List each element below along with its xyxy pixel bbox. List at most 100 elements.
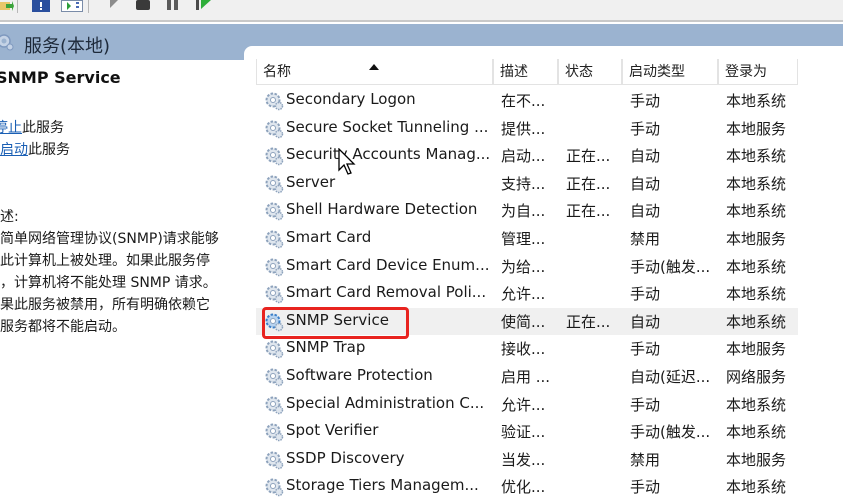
service-description: 允许... bbox=[501, 285, 546, 304]
service-logon-as: 本地服务 bbox=[726, 119, 787, 138]
service-startup-type: 手动 bbox=[630, 119, 661, 138]
service-row[interactable]: Smart Card Removal Poli... 允许... 手动 本地系统 bbox=[256, 280, 798, 308]
service-startup-type: 禁用 bbox=[630, 230, 661, 248]
column-header-description[interactable]: 描述 bbox=[493, 59, 558, 85]
service-row[interactable]: Shell Hardware Detection 为自... 正在... 自动 … bbox=[256, 197, 798, 225]
service-name: Special Administration C... bbox=[286, 393, 485, 412]
column-header-startup-type[interactable]: 启动类型 bbox=[622, 59, 718, 85]
service-name: Smart Card Removal Poli... bbox=[286, 283, 487, 302]
service-description: 为自... bbox=[501, 202, 546, 221]
service-gear-icon bbox=[264, 174, 284, 194]
service-gear-icon bbox=[264, 229, 284, 249]
service-name: Secure Socket Tunneling ... bbox=[286, 117, 489, 136]
service-gear-icon bbox=[264, 450, 284, 470]
service-row[interactable]: Software Protection 启用 ... 自动(延迟... 网络服务 bbox=[256, 363, 798, 391]
service-gear-icon bbox=[264, 395, 284, 415]
service-row[interactable]: SNMP Trap 接收... 手动 本地服务 bbox=[256, 335, 798, 363]
pause-service-icon[interactable] bbox=[167, 0, 179, 12]
start-service-icon[interactable] bbox=[110, 0, 120, 12]
service-logon-as: 网络服务 bbox=[726, 368, 787, 386]
stop-service-icon[interactable] bbox=[136, 0, 150, 12]
service-name: SSDP Discovery bbox=[286, 448, 405, 467]
service-description: 管理... bbox=[501, 230, 546, 248]
help-icon[interactable] bbox=[32, 0, 50, 12]
service-logon-as: 本地系统 bbox=[726, 92, 787, 110]
service-name: Smart Card Device Enum... bbox=[286, 255, 490, 274]
service-gear-icon bbox=[264, 146, 284, 166]
service-name: Server bbox=[286, 172, 336, 191]
service-startup-type: 手动 bbox=[630, 478, 661, 497]
service-startup-type: 手动 bbox=[630, 395, 661, 414]
show-hide-action-pane-icon[interactable] bbox=[61, 0, 83, 12]
service-gear-icon bbox=[264, 284, 284, 304]
service-startup-type: 禁用 bbox=[630, 450, 661, 469]
service-name: Spot Verifier bbox=[286, 421, 379, 440]
column-header-name[interactable]: 名称 bbox=[256, 59, 493, 85]
service-gear-icon bbox=[264, 257, 284, 277]
service-startup-type: 手动(触发... bbox=[630, 257, 711, 276]
stop-service-suffix: 此服务 bbox=[22, 120, 64, 136]
services-gear-icon bbox=[0, 34, 14, 51]
description-text: 使简单网络管理协议(SNMP)请求能够 被此计算机上被处理。如果此服务停 止，计… bbox=[0, 231, 219, 335]
sort-ascending-icon bbox=[369, 64, 379, 70]
service-startup-type: 自动(延迟... bbox=[630, 368, 711, 386]
service-description: 使简... bbox=[501, 312, 546, 331]
service-description: 允许... bbox=[501, 395, 546, 414]
service-startup-type: 手动 bbox=[630, 340, 661, 359]
service-gear-icon bbox=[264, 422, 284, 442]
restart-service-link[interactable]: 重启动 bbox=[0, 142, 28, 158]
service-row[interactable]: SSDP Discovery 当发... 禁用 本地服务 bbox=[256, 446, 798, 474]
service-description: 在不... bbox=[501, 92, 546, 110]
selected-service-name: SNMP Service bbox=[0, 68, 121, 87]
highlight-annotation-box bbox=[262, 307, 409, 339]
service-gear-icon bbox=[264, 477, 284, 497]
service-logon-as: 本地系统 bbox=[726, 478, 787, 497]
service-name: Smart Card bbox=[286, 228, 372, 246]
service-status: 正在... bbox=[566, 174, 611, 193]
service-gear-icon bbox=[264, 339, 284, 359]
service-logon-as: 本地系统 bbox=[726, 312, 787, 331]
service-description: 优化... bbox=[501, 478, 546, 497]
column-header-logon-as[interactable]: 登录为 bbox=[718, 59, 798, 85]
restart-service-icon[interactable] bbox=[196, 0, 212, 12]
service-status: 正在... bbox=[566, 147, 611, 166]
service-startup-type: 自动 bbox=[630, 312, 661, 331]
stop-service-link[interactable]: 停止 bbox=[0, 120, 22, 136]
service-logon-as: 本地系统 bbox=[726, 202, 787, 221]
toolbar bbox=[0, 0, 843, 22]
service-startup-type: 自动 bbox=[630, 202, 661, 221]
service-logon-as: 本地系统 bbox=[726, 285, 787, 304]
service-status: 正在... bbox=[566, 312, 611, 331]
service-startup-type: 手动 bbox=[630, 92, 661, 110]
restart-service-suffix: 此服务 bbox=[28, 142, 70, 158]
service-row[interactable]: Secure Socket Tunneling ... 提供... 手动 本地服… bbox=[256, 115, 798, 143]
service-row[interactable]: Spot Verifier 验证... 手动(触发... 本地系统 bbox=[256, 418, 798, 446]
service-gear-icon bbox=[264, 119, 284, 139]
service-startup-type: 手动(触发... bbox=[630, 423, 711, 442]
restart-service-action: 重启动此服务 bbox=[0, 139, 70, 159]
service-description: 支持... bbox=[501, 174, 546, 193]
service-row[interactable]: Secondary Logon 在不... 手动 本地系统 bbox=[256, 87, 798, 115]
service-description: 为给... bbox=[501, 257, 546, 276]
service-row[interactable]: Smart Card 管理... 禁用 本地服务 bbox=[256, 225, 798, 253]
service-logon-as: 本地系统 bbox=[726, 174, 787, 193]
description-label: 描述: bbox=[0, 209, 19, 225]
column-header-status[interactable]: 状态 bbox=[558, 59, 622, 85]
service-logon-as: 本地服务 bbox=[726, 340, 787, 359]
service-logon-as: 本地系统 bbox=[726, 257, 787, 276]
service-description: 启动... bbox=[501, 147, 546, 166]
service-details-pane: SNMP Service 停止此服务 重启动此服务 描述: 使简单网络管理协议(… bbox=[0, 60, 250, 502]
service-row[interactable]: Smart Card Device Enum... 为给... 手动(触发...… bbox=[256, 253, 798, 281]
service-gear-icon bbox=[264, 201, 284, 221]
service-row[interactable]: Storage Tiers Managem... 优化... 手动 本地系统 bbox=[256, 473, 798, 501]
service-row[interactable]: Special Administration C... 允许... 手动 本地系… bbox=[256, 391, 798, 419]
service-description: 验证... bbox=[501, 423, 546, 442]
export-list-icon[interactable] bbox=[0, 0, 14, 12]
service-gear-icon bbox=[264, 367, 284, 387]
service-startup-type: 自动 bbox=[630, 174, 661, 193]
service-description: 接收... bbox=[501, 340, 546, 359]
service-logon-as: 本地系统 bbox=[726, 423, 787, 442]
service-name: Software Protection bbox=[286, 366, 433, 384]
service-description: 启用 ... bbox=[501, 368, 551, 386]
service-description: 提供... bbox=[501, 119, 546, 138]
